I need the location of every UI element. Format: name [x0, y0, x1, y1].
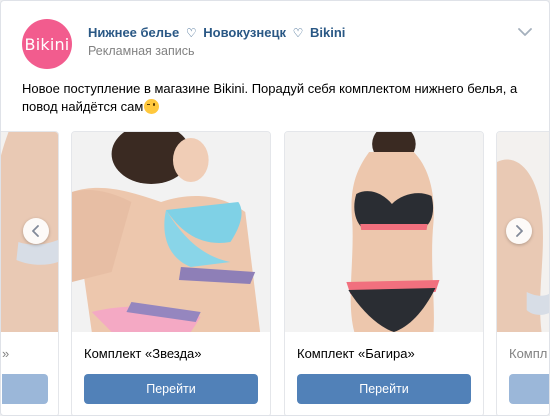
carousel-next-button[interactable] — [506, 218, 532, 244]
card-title: Компл — [509, 346, 548, 361]
avatar-logo-text: Bikini — [24, 34, 70, 54]
post-text: Новое поступление в магазине Bikini. Пор… — [22, 80, 534, 116]
chevron-left-icon — [32, 225, 39, 237]
carousel-prev-button[interactable] — [23, 218, 49, 244]
post-header: Bikini Нижнее белье ♡ Новокузнецк ♡ Biki… — [22, 19, 532, 69]
ad-post: Bikini Нижнее белье ♡ Новокузнецк ♡ Biki… — [0, 0, 550, 416]
go-button[interactable] — [2, 374, 48, 404]
ad-label: Рекламная запись — [88, 44, 195, 58]
heart-icon: ♡ — [185, 26, 197, 40]
product-photo — [72, 132, 270, 332]
card-title: » — [2, 346, 10, 361]
chevron-down-icon[interactable] — [518, 27, 532, 37]
group-avatar[interactable]: Bikini — [22, 19, 72, 69]
go-button[interactable]: Перейти — [84, 374, 258, 404]
group-name-link[interactable]: Нижнее белье ♡ Новокузнецк ♡ Bikini — [88, 25, 345, 40]
go-button[interactable]: Перейти — [297, 374, 471, 404]
carousel-card[interactable]: Комплект «Звезда» Перейти — [71, 131, 271, 415]
heart-icon: ♡ — [292, 26, 304, 40]
group-name-part: Новокузнецк — [203, 25, 286, 40]
post-text-body: Новое поступление в магазине Bikini. Пор… — [22, 81, 518, 114]
card-title: Комплект «Звезда» — [84, 346, 202, 361]
carousel-card[interactable]: Комплект «Багира» Перейти — [284, 131, 484, 415]
group-name-part: Нижнее белье — [88, 25, 180, 40]
winking-face-icon — [144, 99, 160, 114]
product-photo — [285, 132, 483, 332]
group-name-part: Bikini — [310, 25, 346, 40]
card-title: Комплект «Багира» — [297, 346, 415, 361]
chevron-right-icon — [516, 225, 523, 237]
product-carousel: » Комплект «Звезда» Перейти Комплект «Ба… — [1, 131, 549, 415]
carousel-card[interactable]: Компл — [496, 131, 549, 415]
go-button[interactable] — [509, 374, 549, 404]
carousel-card[interactable]: » — [1, 131, 59, 415]
